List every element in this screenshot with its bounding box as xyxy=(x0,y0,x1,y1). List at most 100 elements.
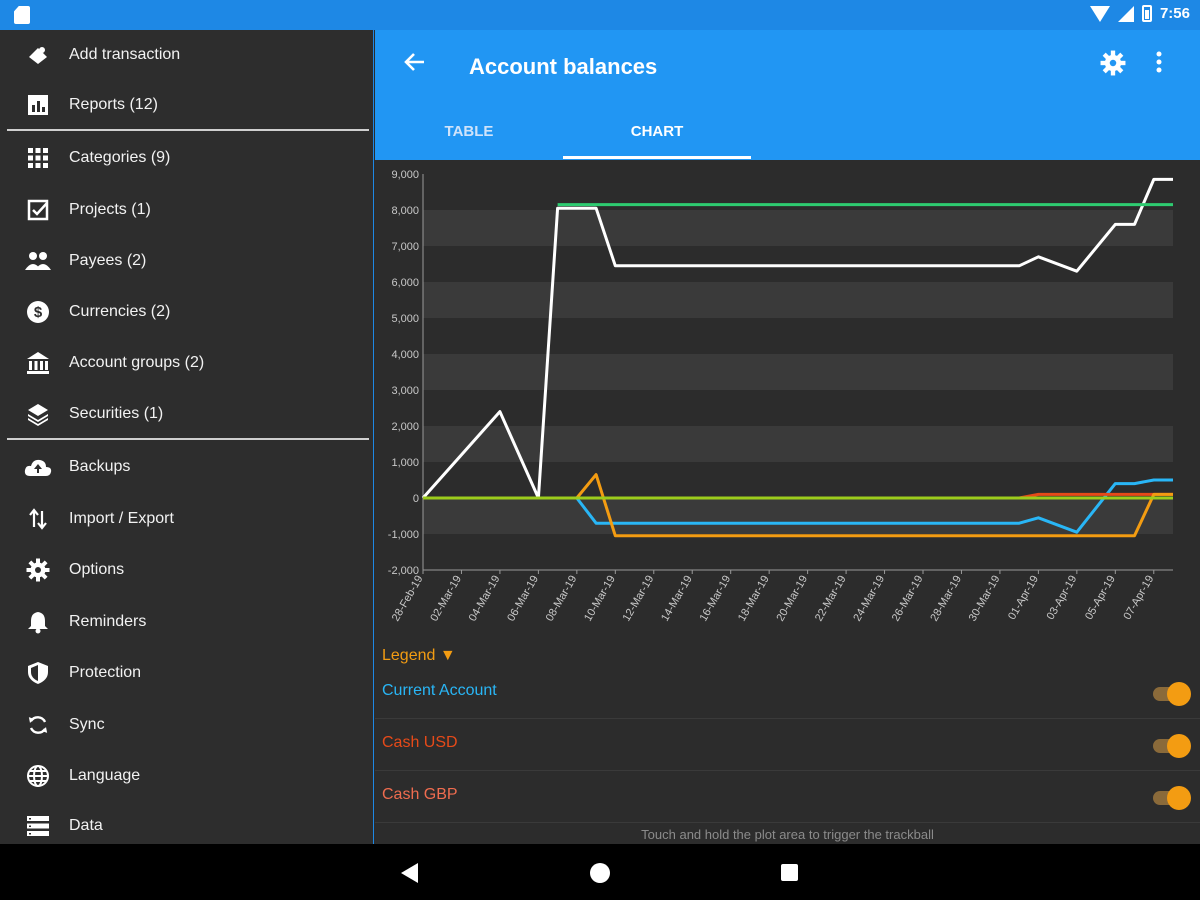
drawer-item-account-groups[interactable]: Account groups (2) xyxy=(0,341,374,385)
tab-table[interactable]: TABLE xyxy=(375,110,563,160)
drawer-item-label: Categories (9) xyxy=(69,149,171,166)
dollar-icon: $ xyxy=(24,298,52,326)
drawer-item-securities[interactable]: Securities (1) xyxy=(0,392,374,436)
drawer-item-label: Options xyxy=(69,561,125,578)
x-tick-label: 06-Mar-19 xyxy=(505,574,541,624)
drawer-item-import-export[interactable]: Import / Export xyxy=(0,497,374,541)
drawer-item-label: Reports (12) xyxy=(69,96,158,113)
svg-text:$: $ xyxy=(34,304,43,321)
drawer-item-categories[interactable]: Categories (9) xyxy=(0,136,374,180)
nav-home-icon[interactable] xyxy=(590,863,610,883)
y-tick-label: 0 xyxy=(413,493,419,505)
drawer-item-label: Securities (1) xyxy=(69,405,164,422)
bell-icon xyxy=(24,608,52,636)
app-screen: 7:56 Add transaction Reports (12) Catego… xyxy=(0,0,1200,900)
x-tick-label: 24-Mar-19 xyxy=(851,574,887,624)
more-vert-icon[interactable] xyxy=(1155,50,1163,81)
people-icon xyxy=(24,247,52,275)
legend-item-cash-usd: Cash USD xyxy=(375,719,1200,771)
y-tick-label: 3,000 xyxy=(391,385,419,397)
status-bar: 7:56 xyxy=(0,0,1200,30)
settings-gear-icon[interactable] xyxy=(1100,50,1126,83)
y-tick-label: 7,000 xyxy=(391,241,419,253)
drawer-item-data[interactable]: Data xyxy=(0,804,374,848)
checkbox-icon xyxy=(24,196,52,224)
x-tick-label: 08-Mar-19 xyxy=(544,574,580,624)
add-transaction-icon xyxy=(24,41,52,69)
x-tick-label: 05-Apr-19 xyxy=(1083,574,1118,622)
drawer-item-label: Data xyxy=(69,817,103,834)
drawer-item-reports[interactable]: Reports (12) xyxy=(0,83,374,127)
drawer-item-protection[interactable]: Protection xyxy=(0,651,374,695)
x-tick-label: 14-Mar-19 xyxy=(659,574,695,624)
signal-icon xyxy=(1117,5,1134,22)
drawer-item-currencies[interactable]: $ Currencies (2) xyxy=(0,290,374,334)
x-tick-label: 07-Apr-19 xyxy=(1122,574,1157,622)
drawer-item-backups[interactable]: Backups xyxy=(0,445,374,489)
x-tick-label: 22-Mar-19 xyxy=(813,574,849,624)
drawer-item-label: Language xyxy=(69,767,141,784)
back-arrow-icon[interactable] xyxy=(403,50,427,81)
y-tick-label: 1,000 xyxy=(391,457,419,469)
balance-line-chart[interactable]: 9,000 8,000 7,000 6,000 5,000 4,000 3,000 2,000… xyxy=(375,160,1200,645)
import-export-icon xyxy=(24,505,52,533)
legend-item-label: Cash GBP xyxy=(382,786,458,803)
globe-icon xyxy=(24,762,52,790)
nav-back-icon[interactable] xyxy=(401,863,418,883)
chart-content: 9,000 8,000 7,000 6,000 5,000 4,000 3,000 2,000… xyxy=(375,160,1200,844)
x-tick-label: 04-Mar-19 xyxy=(467,574,503,624)
legend-item-label: Cash USD xyxy=(382,734,458,751)
drawer-item-add-transaction[interactable]: Add transaction xyxy=(0,33,374,77)
y-tick-label: 8,000 xyxy=(391,205,419,217)
page-title: Account balances xyxy=(469,54,658,79)
x-tick-label: 28-Mar-19 xyxy=(928,574,964,624)
grid-band xyxy=(423,354,1173,390)
legend-item-current-account: Current Account xyxy=(375,667,1200,719)
y-tick-label: 9,000 xyxy=(391,169,419,181)
series-toggle-switch[interactable] xyxy=(1153,786,1191,810)
drawer-item-reminders[interactable]: Reminders xyxy=(0,600,374,644)
status-time: 7:56 xyxy=(1159,5,1190,22)
drawer-item-label: Import / Export xyxy=(69,510,174,527)
series-toggle-switch[interactable] xyxy=(1153,682,1191,706)
drawer-item-label: Backups xyxy=(69,458,131,475)
drawer-divider xyxy=(7,129,369,131)
y-tick-label: 2,000 xyxy=(391,421,419,433)
app-bar: Account balances TABLE CHART xyxy=(375,30,1200,160)
x-tick-label: 20-Mar-19 xyxy=(774,574,810,624)
drawer-item-label: Sync xyxy=(69,716,105,733)
bank-icon xyxy=(24,349,52,377)
drawer-item-projects[interactable]: Projects (1) xyxy=(0,188,374,232)
grid-band xyxy=(423,426,1173,462)
tab-chart[interactable]: CHART xyxy=(563,110,751,160)
drawer-item-label: Account groups (2) xyxy=(69,354,205,371)
drawer-item-options[interactable]: Options xyxy=(0,548,374,592)
y-tick-label: -1,000 xyxy=(388,529,419,541)
drawer-divider xyxy=(7,438,369,440)
legend-item-label: Current Account xyxy=(382,682,497,699)
data-icon xyxy=(24,812,52,840)
grid-icon xyxy=(24,144,52,172)
layers-icon xyxy=(24,400,52,428)
drawer-item-label: Currencies (2) xyxy=(69,303,171,320)
series-toggle-switch[interactable] xyxy=(1153,734,1191,758)
shield-icon xyxy=(24,659,52,687)
legend-toggle[interactable]: Legend ▼ xyxy=(382,647,456,665)
drawer-item-payees[interactable]: Payees (2) xyxy=(0,239,374,283)
legend-item-cash-gbp: Cash GBP xyxy=(375,771,1200,823)
cloud-upload-icon xyxy=(24,453,52,481)
nav-recents-icon[interactable] xyxy=(781,864,798,881)
x-tick-label: 02-Mar-19 xyxy=(428,574,464,624)
drawer-item-language[interactable]: Language xyxy=(0,754,374,798)
x-tick-label: 26-Mar-19 xyxy=(890,574,926,624)
y-tick-label: 6,000 xyxy=(391,277,419,289)
x-tick-label: 28-Feb-19 xyxy=(390,574,426,624)
grid-band xyxy=(423,498,1173,534)
x-tick-label: 30-Mar-19 xyxy=(967,574,1003,624)
battery-icon xyxy=(1141,5,1152,22)
drawer-item-label: Payees (2) xyxy=(69,252,147,269)
drawer-item-sync[interactable]: Sync xyxy=(0,703,374,747)
x-tick-label: 18-Mar-19 xyxy=(736,574,772,624)
drawer-item-label: Protection xyxy=(69,664,142,681)
x-tick-label: 03-Apr-19 xyxy=(1045,574,1080,622)
